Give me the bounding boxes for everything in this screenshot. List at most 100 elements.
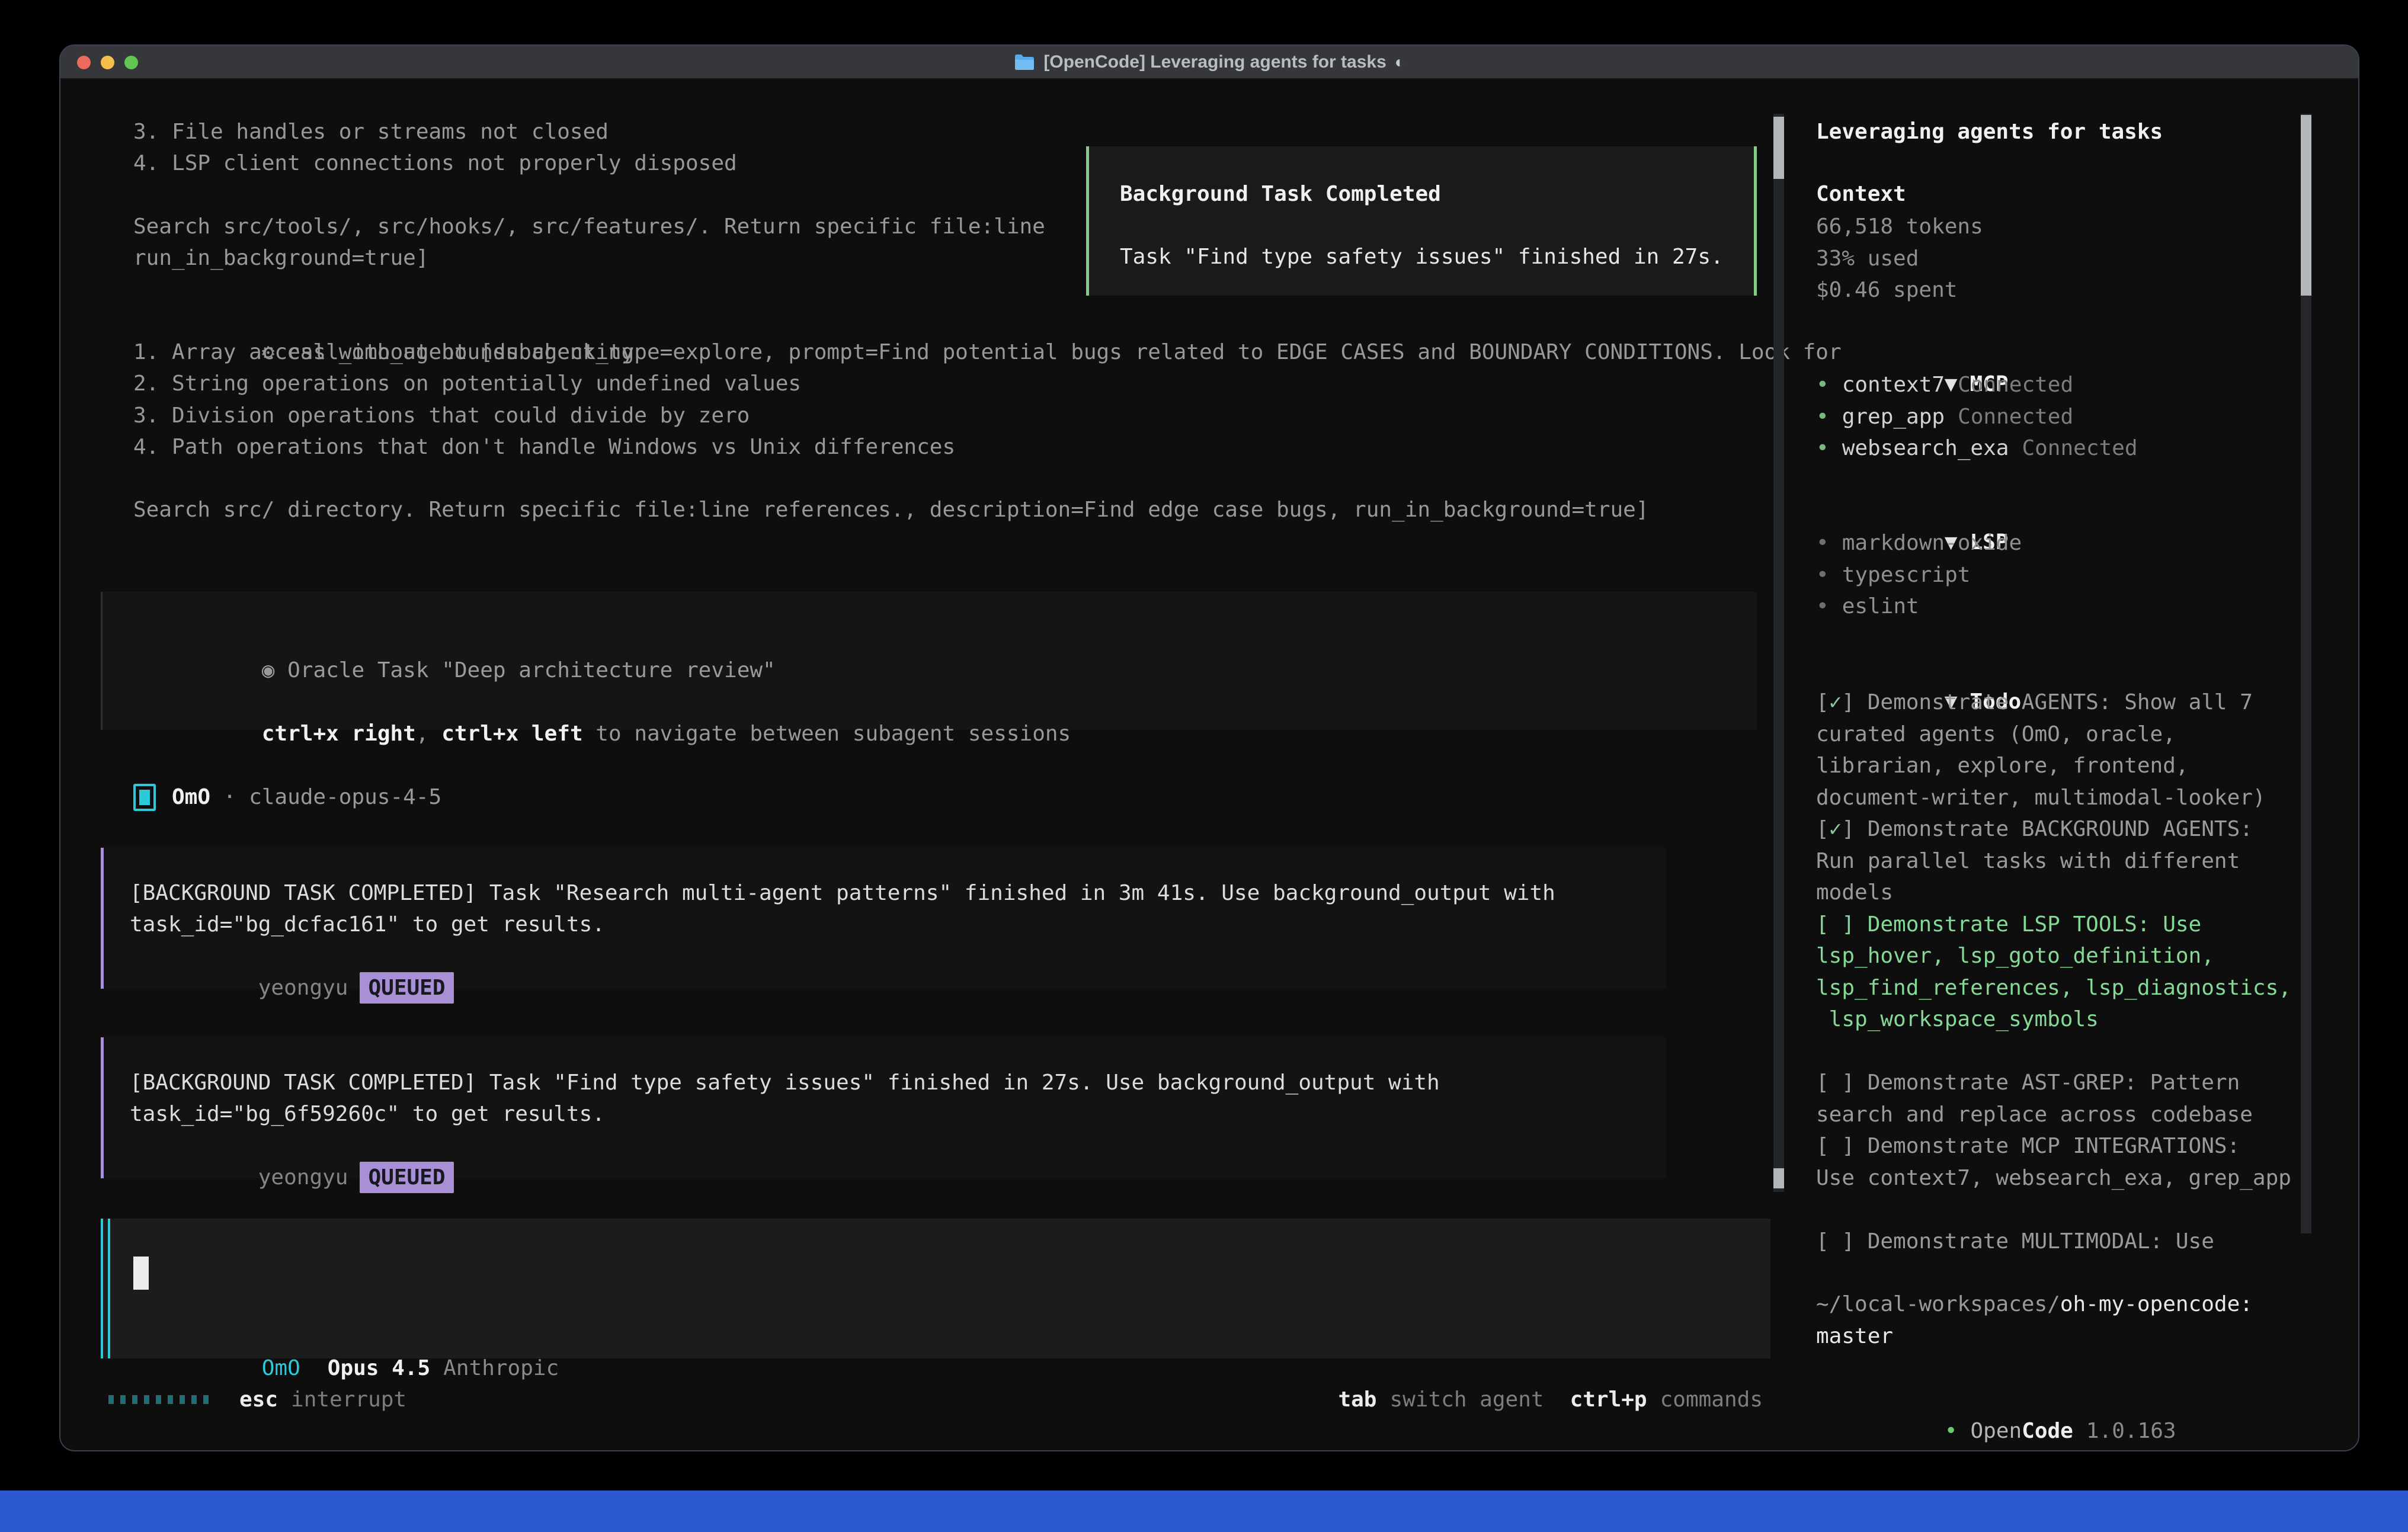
spinner-dot	[120, 1395, 126, 1404]
input-model-provider: Anthropic	[443, 1356, 559, 1380]
status-dot-icon: •	[1816, 373, 1829, 397]
lsp-list: •markdown-oxide •typescript •eslint	[1816, 527, 2022, 623]
todo-line: models	[1816, 877, 2291, 909]
workspace-branch: master	[1816, 1321, 2253, 1352]
todo-section-header[interactable]: ▼Todo	[1816, 654, 2021, 686]
input-agent-name: OmO	[262, 1356, 300, 1380]
mcp-name: context7	[1842, 373, 1945, 397]
zoom-button[interactable]	[124, 56, 138, 69]
lsp-item: •eslint	[1816, 591, 2022, 623]
bullet-icon: •	[1816, 531, 1829, 555]
todo-line: curated agents (OmO, oracle,	[1816, 719, 2291, 751]
mcp-section-header[interactable]: ▼MCP	[1816, 336, 2008, 368]
todo-list: [✓] Demonstrate AGENTS: Show all 7curate…	[1816, 687, 2291, 1257]
mcp-status: Connected	[2022, 436, 2137, 460]
working-spinner-dots	[108, 1395, 209, 1404]
app-name-open: Open	[1970, 1419, 2022, 1443]
mcp-name: grep_app	[1842, 405, 1945, 429]
mcp-item: • context7 Connected	[1816, 369, 2138, 401]
agent-model: claude-opus-4-5	[249, 781, 441, 813]
window-title-group: [OpenCode] Leveraging agents for tasks ◐	[1014, 52, 1404, 72]
main-scrollbar-thumb[interactable]	[1773, 117, 1784, 179]
titlebar[interactable]: [OpenCode] Leveraging agents for tasks ◐	[60, 46, 2358, 79]
mcp-item: •grep_appConnected	[1816, 401, 2138, 433]
text-line	[133, 179, 1045, 210]
todo-line: [ ] Demonstrate MULTIMODAL: Use	[1816, 1226, 2291, 1258]
spinner-dot	[191, 1395, 197, 1404]
background-task-card: [BACKGROUND TASK COMPLETED] Task "Find t…	[101, 1037, 1666, 1178]
agent-session-header: OmO · claude-opus-4-5	[133, 781, 441, 813]
task-card-line2: task_id="bg_dcfac161" to get results.	[130, 909, 1666, 940]
todo-line: lsp_find_references, lsp_diagnostics,	[1816, 972, 2291, 1004]
bullet-icon: •	[1816, 563, 1829, 587]
task-card-user: yeongyu	[258, 1165, 348, 1190]
tab-key-label: switch agent	[1389, 1387, 1544, 1412]
context-tokens: 66,518 tokens	[1816, 211, 1983, 243]
text-line	[133, 463, 1842, 494]
spinner-dot	[168, 1395, 173, 1404]
spinner-dot	[108, 1395, 114, 1404]
status-dot-icon: •	[1945, 1419, 1958, 1443]
sidebar-scrollbar-thumb[interactable]	[2301, 115, 2311, 296]
todo-line: [ ] Demonstrate LSP TOOLS: Use	[1816, 909, 2291, 941]
desktop-strip	[0, 1491, 2408, 1532]
mcp-status: Connected	[1958, 373, 2073, 397]
oracle-task-card[interactable]: ◉ Oracle Task "Deep architecture review"…	[101, 592, 1757, 730]
task-card-user: yeongyu	[258, 976, 348, 1000]
mcp-status: Connected	[1958, 405, 2073, 429]
ctrlp-key-label: commands	[1660, 1387, 1763, 1412]
todo-gap	[1816, 1036, 2291, 1068]
main-scrollbar-track[interactable]	[1773, 114, 1784, 1192]
check-icon: ✓	[1829, 817, 1842, 841]
close-button[interactable]	[77, 56, 91, 69]
model-row[interactable]: OmOOpus 4.5Anthropic	[133, 1321, 559, 1352]
text-line: Search src/ directory. Return specific f…	[133, 494, 1842, 525]
progress-circle-icon: ◐	[1395, 53, 1405, 72]
oracle-hint-key-left: ctrl+x left	[441, 722, 582, 746]
context-spent: $0.46 spent	[1816, 274, 1983, 306]
text-line: 3. File handles or streams not closed	[133, 116, 1045, 148]
minimize-button[interactable]	[101, 56, 114, 69]
todo-line: librarian, explore, frontend,	[1816, 750, 2291, 782]
text-line: 4. Path operations that don't handle Win…	[133, 431, 1842, 463]
text-line: Search src/tools/, src/hooks/, src/featu…	[133, 211, 1045, 242]
workspace-prefix: ~/local-workspaces/	[1816, 1292, 2060, 1316]
background-task-card: [BACKGROUND TASK COMPLETED] Task "Resear…	[101, 848, 1666, 989]
agent-name: OmO	[172, 781, 210, 813]
agent-separator: ·	[210, 781, 249, 813]
spinner-dot	[144, 1395, 149, 1404]
app-version: 1.0.163	[2086, 1419, 2176, 1443]
todo-gap	[1816, 1194, 2291, 1226]
text-line: run_in_background=true]	[133, 242, 1045, 274]
workspace-repo: oh-my-opencode:	[2060, 1292, 2253, 1316]
toast-title: Background Task Completed	[1120, 178, 1754, 210]
folder-icon	[1014, 53, 1035, 71]
input-model-name: Opus 4.5	[328, 1356, 430, 1380]
mcp-list: •context7Connected •grep_appConnected •w…	[1816, 369, 2138, 464]
window-title: [OpenCode] Leveraging agents for tasks	[1043, 52, 1386, 72]
toast-body: Task "Find type safety issues" finished …	[1120, 241, 1754, 273]
lsp-name: eslint	[1842, 594, 1919, 618]
todo-line: [✓] Demonstrate BACKGROUND AGENTS:	[1816, 813, 2291, 845]
main-scrollbar-end[interactable]	[1773, 1168, 1784, 1188]
todo-line: search and replace across codebase	[1816, 1099, 2291, 1131]
todo-line: [ ] Demonstrate MCP INTEGRATIONS:	[1816, 1130, 2291, 1162]
todo-line: [✓] Demonstrate AGENTS: Show all 7	[1816, 687, 2291, 719]
prompt-input[interactable]: OmOOpus 4.5Anthropic	[101, 1219, 1770, 1358]
spinner-dot	[180, 1395, 185, 1404]
lsp-section-header[interactable]: ▼LSP	[1816, 495, 2008, 527]
todo-line: Use context7, websearch_exa, grep_app	[1816, 1162, 2291, 1194]
oracle-hint-rest: to navigate between subagent sessions	[583, 722, 1071, 746]
oracle-title: Oracle Task "Deep architecture review"	[287, 658, 776, 682]
oracle-hint-sep: ,	[416, 722, 441, 746]
screen: [OpenCode] Leveraging agents for tasks ◐…	[0, 0, 2408, 1532]
text-line: 2. String operations on potentially unde…	[133, 368, 1842, 399]
context-heading: Context	[1816, 178, 1906, 210]
status-dot-icon: •	[1816, 436, 1829, 460]
workspace-path: ~/local-workspaces/oh-my-opencode: maste…	[1816, 1289, 2253, 1352]
toast-notification: Background Task Completed Task "Find typ…	[1086, 146, 1757, 296]
spinner-dot	[203, 1395, 209, 1404]
lsp-name: typescript	[1842, 563, 1971, 587]
status-badge: QUEUED	[360, 1162, 453, 1193]
terminal-content: 3. File handles or streams not closed 4. …	[60, 81, 2358, 1450]
